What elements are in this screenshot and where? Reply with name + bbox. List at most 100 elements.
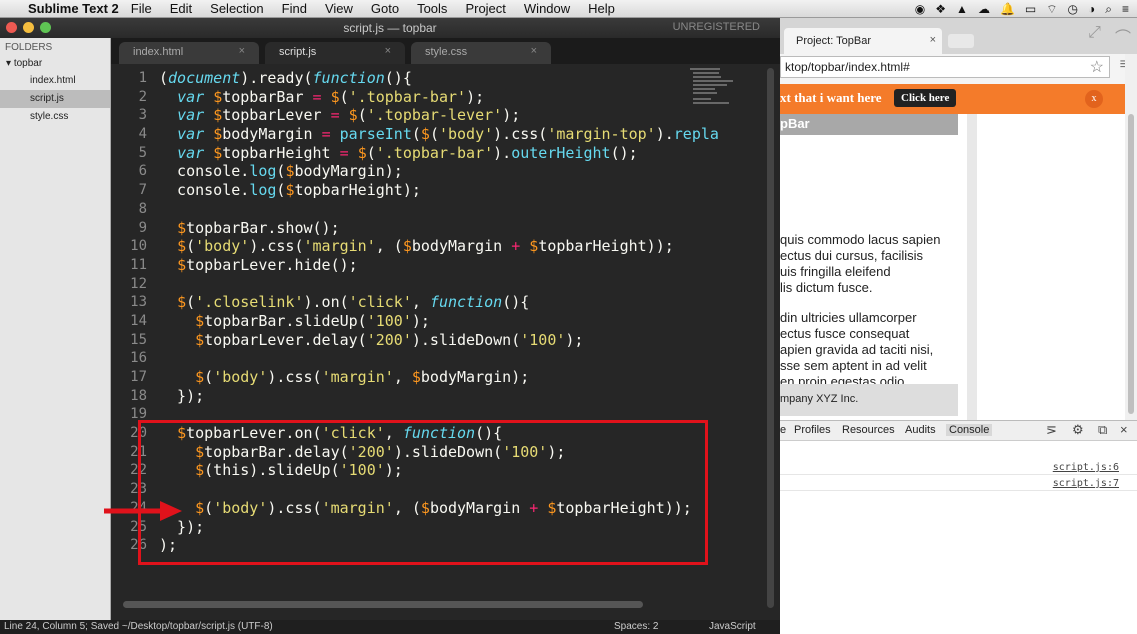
browser-scrollbar[interactable] — [1125, 54, 1137, 420]
topbar-text: xt that i want here — [780, 90, 882, 105]
code-line: var $bodyMargin = parseInt($('body').css… — [177, 125, 719, 144]
line-number: 6 — [138, 163, 147, 180]
search-icon[interactable]: ⌕ — [1105, 2, 1112, 17]
line-number: 8 — [138, 200, 147, 217]
mac-menubar: Sublime Text 2 File Edit Selection Find … — [0, 0, 1137, 18]
status-bar: Line 24, Column 5; Saved ~/Desktop/topba… — [0, 620, 780, 634]
line-number: 15 — [130, 331, 147, 348]
topbar-click-button[interactable]: Click here — [894, 89, 957, 107]
menu-window[interactable]: Window — [524, 1, 570, 16]
devtools-tab-partial[interactable]: e — [780, 424, 786, 436]
topbar-close-icon[interactable]: x — [1085, 90, 1103, 108]
status-tray: ◉ ❖ ▲ ☁ 🔔 ▭ ⌔ ◷ ◑ ⌕ ≡ — [915, 0, 1129, 18]
devtools-tab-console[interactable]: Console — [946, 424, 993, 436]
fullscreen-icon[interactable]: ⤢ — [1088, 24, 1101, 48]
line-number: 18 — [130, 387, 147, 404]
page-header: pBar — [780, 114, 958, 135]
folder-triangle-icon[interactable]: ▾ — [6, 58, 11, 69]
menu-find[interactable]: Find — [282, 1, 307, 16]
tab-bar: index.html × script.js × style.css × — [111, 38, 780, 64]
line-number: 16 — [130, 350, 147, 367]
bookmark-star-icon[interactable]: ☆ — [1090, 57, 1104, 77]
battery-icon[interactable]: ▭ — [1025, 2, 1036, 16]
console-source-link[interactable]: script.js:6 — [1053, 462, 1119, 473]
devtools-tab-resources[interactable]: Resources — [842, 424, 895, 436]
notification-icon[interactable]: 🔔 — [1000, 2, 1015, 16]
settings-gear-icon[interactable]: ⚙ — [1072, 422, 1084, 438]
undock-icon[interactable]: ⧉ — [1098, 422, 1107, 438]
browser-window-icons: ⤢ ⌒ — [1088, 24, 1131, 48]
devtools-close-icon[interactable]: × — [1120, 422, 1128, 437]
tab-label: style.css — [425, 46, 468, 58]
menu-view[interactable]: View — [325, 1, 353, 16]
tab-close-icon[interactable]: × — [531, 45, 537, 57]
tab-style[interactable]: style.css × — [411, 42, 551, 64]
horizontal-scrollbar[interactable] — [123, 601, 643, 608]
browser-tab-close-icon[interactable]: × — [930, 34, 936, 46]
url-bar: ktop/topbar/index.html# ☆ ≡ — [780, 54, 1137, 80]
devtools-panel: e Profiles Resources Audits Console ⋝ ⚙ … — [780, 420, 1137, 634]
url-input[interactable]: ktop/topbar/index.html# — [780, 56, 1110, 78]
menu-edit[interactable]: Edit — [170, 1, 192, 16]
user-icon[interactable]: ◑ — [1088, 2, 1095, 16]
line-number: 2 — [138, 88, 147, 105]
paragraph-line: lis dictum fusce. — [780, 280, 873, 295]
minimap[interactable] — [690, 68, 740, 108]
code-line: $topbarBar.show(); — [177, 218, 340, 237]
tab-script[interactable]: script.js × — [265, 42, 405, 64]
sidebar-file-script[interactable]: script.js — [0, 90, 110, 108]
vertical-scrollbar[interactable] — [767, 68, 774, 608]
line-number: 12 — [130, 275, 147, 292]
tab-close-icon[interactable]: × — [239, 45, 245, 57]
creative-cloud-icon[interactable]: ☁ — [978, 2, 990, 16]
line-number: 1 — [138, 70, 147, 86]
status-position: Line 24, Column 5; Saved ~/Desktop/topba… — [4, 621, 273, 632]
code-line: }); — [159, 386, 205, 405]
menu-tools[interactable]: Tools — [417, 1, 447, 16]
dock-icon[interactable]: ⋝ — [1046, 422, 1057, 438]
code-line: (document).ready(function(){ — [159, 69, 412, 87]
tab-close-icon[interactable]: × — [385, 45, 391, 57]
record-icon[interactable]: ◉ — [915, 2, 925, 16]
console-source-link[interactable]: script.js:7 — [1053, 478, 1119, 489]
devtools-tab-audits[interactable]: Audits — [905, 424, 936, 436]
menu-help[interactable]: Help — [588, 1, 615, 16]
sidebar-folder[interactable]: ▾ topbar — [0, 55, 110, 72]
tab-index[interactable]: index.html × — [119, 42, 259, 64]
status-spaces[interactable]: Spaces: 2 — [614, 621, 658, 632]
menu-project[interactable]: Project — [465, 1, 505, 16]
menu-goto[interactable]: Goto — [371, 1, 399, 16]
drive-icon[interactable]: ▲ — [956, 2, 968, 16]
scroll-thumb[interactable] — [1128, 114, 1134, 414]
console-log-row: script.js:6 — [780, 461, 1137, 475]
browser-tab[interactable]: Project: TopBar × — [784, 28, 942, 54]
wifi-icon[interactable]: ⌔ — [1046, 2, 1057, 17]
sidebar-file-style[interactable]: style.css — [0, 108, 110, 126]
line-number: 7 — [138, 182, 147, 199]
paragraph-line: ectus fusce consequat — [780, 326, 910, 341]
profile-icon[interactable]: ⌒ — [1115, 24, 1131, 48]
menu-app-name[interactable]: Sublime Text 2 — [28, 1, 119, 16]
tab-label: script.js — [279, 46, 317, 58]
list-icon[interactable]: ≡ — [1122, 2, 1129, 16]
devtools-tab-profiles[interactable]: Profiles — [794, 424, 831, 436]
console-log-row: script.js:7 — [780, 477, 1137, 491]
status-syntax[interactable]: JavaScript — [709, 621, 756, 632]
new-tab-button[interactable] — [948, 34, 974, 48]
devtools-toolbar: e Profiles Resources Audits Console ⋝ ⚙ … — [780, 421, 1137, 441]
unregistered-label: UNREGISTERED — [672, 21, 760, 33]
menu-selection[interactable]: Selection — [210, 1, 263, 16]
menu-file[interactable]: File — [131, 1, 152, 16]
code-line: $topbarBar.slideUp('100'); — [195, 311, 430, 330]
dropbox-icon[interactable]: ❖ — [935, 2, 946, 16]
paragraph-line: apien gravida ad taciti nisi, — [780, 342, 934, 357]
clock-icon[interactable]: ◷ — [1068, 2, 1078, 16]
code-line: $topbarLever.hide(); — [177, 255, 358, 274]
sidebar: FOLDERS ▾ topbar index.html script.js st… — [0, 38, 111, 620]
code-line: console.log($bodyMargin); — [159, 162, 403, 181]
tab-label: index.html — [133, 46, 184, 58]
sidebar-file-index[interactable]: index.html — [0, 72, 110, 90]
sublime-titlebar: script.js — topbar UNREGISTERED — [0, 18, 780, 38]
